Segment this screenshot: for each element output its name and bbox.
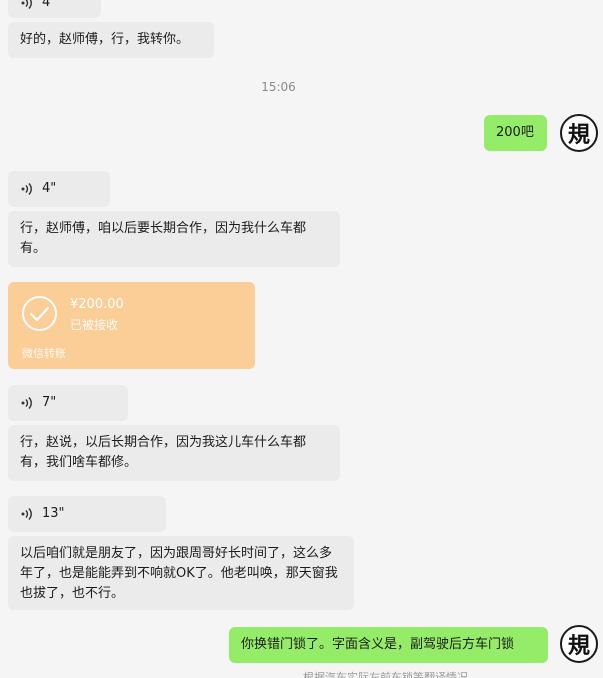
message-text: 行，赵师傅，咱以后要长期合作，因为我什么车都有。	[20, 221, 307, 256]
message-bubble-self[interactable]: 你换错门锁了。字面含义是，副驾驶后方车门锁	[229, 627, 548, 663]
voice-message-bubble[interactable]: 13"	[8, 496, 166, 532]
message-bubble-self[interactable]: 200吧	[484, 115, 547, 151]
voice-duration: 4"	[42, 0, 57, 10]
transfer-amount: ¥200.00	[70, 297, 124, 312]
avatar-glyph: 規	[567, 122, 590, 148]
voice-icon	[20, 396, 34, 410]
transfer-check-icon	[21, 295, 58, 332]
voice-duration: 13"	[42, 506, 65, 521]
message-bubble[interactable]: 行，赵师傅，咱以后要长期合作，因为我什么车都有。	[8, 211, 340, 267]
transfer-footer: 微信转账	[22, 347, 66, 360]
voice-icon	[20, 507, 34, 521]
voice-message-bubble[interactable]: 7"	[8, 385, 128, 421]
voice-message-bubble[interactable]: 4"	[8, 171, 110, 207]
voice-duration: 4"	[42, 181, 57, 196]
avatar[interactable]: 規	[560, 625, 598, 663]
message-text: 行，赵说，以后长期合作，因为我这儿车什么车都有，我们啥车都修。	[20, 435, 307, 470]
message-bubble[interactable]: 行，赵说，以后长期合作，因为我这儿车什么车都有，我们啥车都修。	[8, 425, 340, 481]
voice-message-bubble[interactable]: 4"	[8, 0, 101, 18]
timestamp: 15:06	[261, 80, 296, 94]
message-text: 好的，赵师傅，行，我转你。	[20, 32, 190, 47]
wechat-transfer-card[interactable]: ¥200.00 已被接收 微信转账	[8, 282, 255, 369]
transfer-status: 已被接收	[70, 318, 119, 332]
message-bubble[interactable]: 好的，赵师傅，行，我转你。	[8, 22, 214, 58]
message-bubble[interactable]: 以后咱们就是朋友了，因为跟周哥好长时间了，这么多年了，也是能能弄到不响就OK了。…	[8, 536, 354, 610]
avatar-glyph: 規	[567, 633, 590, 659]
message-text: 200吧	[496, 125, 534, 140]
voice-duration: 7"	[42, 395, 57, 410]
avatar[interactable]: 規	[560, 114, 598, 152]
voice-icon	[20, 0, 34, 10]
voice-icon	[20, 182, 34, 196]
message-text: 以后咱们就是朋友了，因为跟周哥好长时间了，这么多年了，也是能能弄到不响就OK了。…	[20, 546, 338, 601]
message-text: 你换错门锁了。字面含义是，副驾驶后方车门锁	[241, 637, 515, 652]
translation-hint-text: 根据汽车实际左前车锁等翻译情况	[303, 671, 468, 678]
